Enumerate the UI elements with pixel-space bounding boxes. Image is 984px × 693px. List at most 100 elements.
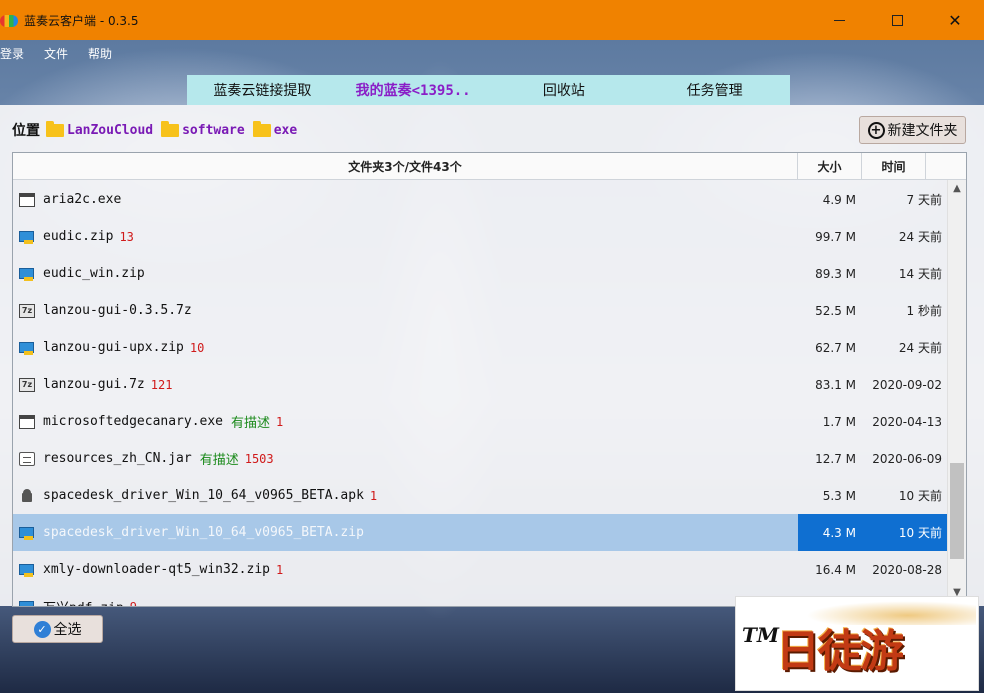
7z-file-icon: 7z [19,377,35,392]
cell-time: 10 天前 [863,514,948,551]
close-icon: ✕ [948,10,962,30]
cell-name: lanzou-gui-upx.zip 10 [13,340,798,355]
cell-size: 99.7 M [815,229,856,244]
file-name: microsoftedgecanary.exe [43,414,224,429]
scrollbar-thumb[interactable] [950,463,964,559]
table-row[interactable]: resources_zh_CN.jar 有描述 1503 12.7 M 2020-06-… [13,440,948,477]
lanzou-cloud-app-icon [0,12,20,28]
folder-icon [252,120,271,137]
cell-time: 14 天前 [898,267,942,281]
apk-file-icon [19,488,35,503]
breadcrumb-item-lanzoucloud[interactable]: LanZouCloud [46,120,154,138]
cell-size: 83.1 M [815,377,856,392]
table-row[interactable]: xmly-downloader-qt5_win32.zip 1 16.4 M 2020… [13,551,948,588]
download-count: 121 [150,377,173,392]
tab-link-extract[interactable]: 蓝奏云链接提取 [187,75,338,105]
tab-task-manager[interactable]: 任务管理 [639,75,790,105]
tab-my-lanzou[interactable]: 我的蓝奏<1395.. [338,75,489,105]
cell-time: 2020-04-13 [872,414,942,429]
column-header-time[interactable]: 时间 [862,153,926,179]
file-list: aria2c.exe 4.9 M 7 天前 eudic.zip 13 99.7 M 24 天… [13,180,948,606]
folder-icon [161,120,180,137]
watermark-text: 日徒游 [776,626,904,677]
menu-bar: 登录 文件 帮助 [0,40,984,66]
cell-time: 10 天前 [898,489,942,503]
file-name: eudic_win.zip [43,266,145,281]
breadcrumb-label: exe [273,122,298,138]
breadcrumb-label: LanZouCloud [67,122,154,138]
cell-name: 7z lanzou-gui.7z 121 [13,377,798,392]
select-all-button[interactable]: ✓ 全选 [12,615,103,643]
new-folder-label: 新建文件夹 [887,123,958,139]
vertical-scrollbar[interactable]: ▲ ▼ [947,180,966,606]
table-row[interactable]: lanzou-gui-upx.zip 10 62.7 M 24 天前 [13,329,948,366]
close-button[interactable]: ✕ [926,0,984,40]
zip-file-icon [19,341,35,355]
cell-time: 24 天前 [898,341,942,355]
breadcrumb-item-software[interactable]: software [161,120,245,138]
breadcrumb: 位置 LanZouCloud software exe [12,118,305,142]
file-name: spacedesk_driver_Win_10_64_v0965_BETA.zi… [43,525,364,540]
window-title: 蓝奏云客户端 - 0.3.5 [24,13,139,28]
zip-file-icon [19,600,35,606]
menu-login[interactable]: 登录 [0,45,24,62]
watermark-logo: TM 日徒游 [735,596,979,691]
menu-help[interactable]: 帮助 [88,45,112,62]
select-all-label: 全选 [53,622,82,638]
download-count: 1 [276,414,284,429]
download-count: 13 [119,229,134,244]
cell-name: xmly-downloader-qt5_win32.zip 1 [13,562,798,577]
column-header-name-label: 文件夹3个/文件43个 [348,159,462,174]
cell-time: 1 秒前 [906,304,942,318]
download-count: 1 [369,488,378,503]
file-name: lanzou-gui-upx.zip [43,340,184,355]
table-row[interactable]: microsoftedgecanary.exe 有描述 1 1.7 M 2020-04-… [13,403,948,440]
description-tag: 有描述 [199,453,239,468]
cell-name: 万兴pdf.zip 9 [13,597,798,606]
cell-size: 5.3 M [822,488,856,503]
cell-size: 52.5 M [815,303,856,318]
file-name: lanzou-gui-0.3.5.7z [43,303,192,318]
new-folder-button[interactable]: + 新建文件夹 [859,116,966,144]
table-row[interactable]: spacedesk_driver_Win_10_64_v0965_BETA.ap… [13,477,948,514]
file-name: spacedesk_driver_Win_10_64_v0965_BETA.ap… [43,488,364,503]
table-row[interactable]: aria2c.exe 4.9 M 7 天前 [13,181,948,218]
maximize-button[interactable] [868,0,926,40]
window-controls: ✕ [810,0,984,40]
breadcrumb-item-exe[interactable]: exe [252,120,298,138]
zip-file-icon [19,267,35,281]
tab-bar: 蓝奏云链接提取 我的蓝奏<1395.. 回收站 任务管理 [187,75,790,105]
jar-file-icon [19,451,35,466]
cell-name: spacedesk_driver_Win_10_64_v0965_BETA.ap… [13,488,798,503]
table-row[interactable]: eudic_win.zip 89.3 M 14 天前 [13,255,948,292]
table-row[interactable]: spacedesk_driver_Win_10_64_v0965_BETA.zi… [13,514,948,551]
menu-file[interactable]: 文件 [44,45,68,62]
location-label: 位置 [12,123,40,139]
scroll-up-icon[interactable]: ▲ [948,180,966,197]
column-header-name[interactable]: ^ 文件夹3个/文件43个 [13,153,798,179]
file-name: aria2c.exe [43,192,122,207]
table-header: ^ 文件夹3个/文件43个 大小 时间 [13,153,966,180]
cell-name: resources_zh_CN.jar 有描述 1503 [13,449,798,468]
column-header-size[interactable]: 大小 [798,153,862,179]
tab-recycle-bin[interactable]: 回收站 [489,75,640,105]
minimize-button[interactable] [810,0,868,40]
cell-size: 16.4 M [815,562,856,577]
file-name: resources_zh_CN.jar [43,451,192,466]
description-tag: 有描述 [231,416,271,431]
zip-file-icon [19,526,35,540]
table-row[interactable]: 7z lanzou-gui-0.3.5.7z 52.5 M 1 秒前 [13,292,948,329]
watermark-tm: TM [742,623,780,647]
cell-size: 1.7 M [822,414,856,429]
table-row[interactable]: 7z lanzou-gui.7z 121 83.1 M 2020-09-02 [13,366,948,403]
cell-size: 4.3 M [798,514,863,551]
maximize-icon [891,14,903,26]
folder-icon [46,120,64,137]
cell-size: 12.7 M [815,451,856,466]
check-circle-icon: ✓ [33,620,51,638]
minimize-icon [833,19,845,21]
plus-circle-icon: + [867,121,885,139]
table-row[interactable]: eudic.zip 13 99.7 M 24 天前 [13,218,948,255]
cell-size: 4.9 M [822,192,856,207]
7z-file-icon: 7z [19,303,35,318]
